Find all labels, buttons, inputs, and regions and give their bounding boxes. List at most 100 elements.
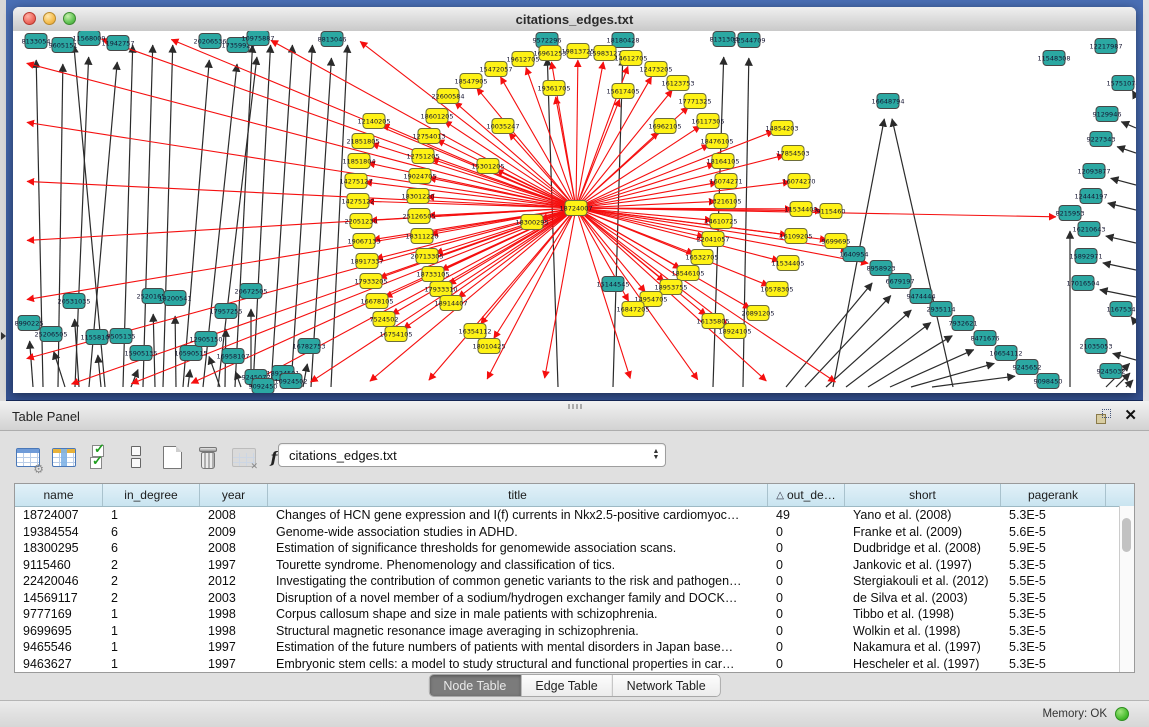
graph-node[interactable]: 17957255 [209,304,242,319]
graph-node[interactable]: 2935114 [927,302,956,317]
close-panel-icon[interactable]: ✕ [1124,406,1137,424]
table-row[interactable]: 1872400712008Changes of HCN gene express… [15,507,1134,524]
graph-node[interactable]: 16648794 [871,94,904,109]
graph-node[interactable]: 19361705 [537,81,570,96]
graph-node[interactable]: 9245032 [1097,364,1126,379]
graph-node[interactable]: 19067133 [347,234,380,249]
graph-node[interactable]: 9129946 [1093,107,1122,122]
graph-node[interactable]: 18311220 [405,229,438,244]
graph-node[interactable]: 8215953 [1056,206,1085,221]
column-header-pagerank[interactable]: pagerank [1001,484,1106,506]
graph-node[interactable]: 21035053 [1079,339,1112,354]
graph-node[interactable]: 25126505 [402,209,435,224]
column-header-out-de-[interactable]: △out_de… [768,484,845,506]
graph-node[interactable]: 15892971 [1069,249,1102,264]
graph-node[interactable]: 22051230 [344,214,377,229]
network-canvas[interactable]: 8133054960515111568009119427572020653617… [13,31,1136,393]
table-row[interactable]: 946362711997Embryonic stem cells: a mode… [15,656,1134,673]
graph-node[interactable]: 9505135 [107,329,136,344]
graph-node[interactable]: 8990225 [15,316,44,331]
table-row[interactable]: 911546021997Tourette syndrome. Phenomeno… [15,557,1134,574]
graph-node[interactable]: 14275122 [341,194,374,209]
graph-node[interactable]: 17854503 [776,146,809,161]
graph-node[interactable]: 18601205 [420,109,453,124]
graph-node[interactable]: 9699695 [822,234,851,249]
graph-node[interactable]: 7932621 [949,316,978,331]
graph-node[interactable]: 22041057 [696,232,729,247]
graph-node[interactable]: 9227343 [1087,132,1116,147]
graph-node[interactable]: 9245652 [1013,360,1042,375]
column-header-in-degree[interactable]: in_degree [103,484,200,506]
graph-node[interactable]: 16754105 [379,327,412,342]
graph-node[interactable]: 6679197 [886,274,915,289]
graph-node[interactable]: 12905150 [189,332,222,347]
graph-node[interactable]: 11851804 [342,154,375,169]
table-row[interactable]: 946554611997Estimation of the future num… [15,639,1134,656]
graph-node[interactable]: 16962105 [648,119,681,134]
graph-node[interactable]: 16354112 [458,324,491,339]
tab-node-table[interactable]: Node Table [429,675,521,696]
graph-node[interactable]: 20891205 [741,306,774,321]
graph-node[interactable]: 7524502 [370,312,399,327]
zoom-window-button[interactable] [63,12,76,25]
graph-node[interactable]: 8471676 [971,331,1000,346]
graph-node[interactable]: 12093877 [1077,164,1110,179]
toggle-panel-button[interactable] [120,441,152,473]
graph-node[interactable]: 12217987 [1089,39,1122,54]
graph-node[interactable]: 15472057 [479,62,512,77]
table-row[interactable]: 1830029562008Estimation of significance … [15,540,1134,557]
graph-node[interactable]: 9474444 [907,289,936,304]
column-header-short[interactable]: short [845,484,1001,506]
table-scrollbar-thumb[interactable] [1122,518,1131,552]
graph-node[interactable]: 22600584 [431,89,464,104]
graph-node[interactable]: 12751205 [406,149,439,164]
graph-node[interactable]: 16074270 [782,174,815,189]
table-selector-dropdown[interactable]: citations_edges.txt ▲▼ [278,443,666,467]
graph-node[interactable]: 8133054 [22,34,51,49]
column-header-name[interactable]: name [15,484,103,506]
graph-node[interactable]: 11534409 [784,202,817,217]
graph-node[interactable]: 11534405 [771,256,804,271]
graph-node[interactable]: 12473205 [639,62,672,77]
graph-node[interactable]: 14610725 [704,214,737,229]
graph-node[interactable]: 10654112 [989,346,1022,361]
graph-node[interactable]: 13216105 [708,194,741,209]
graph-node[interactable]: 18547905 [454,74,487,89]
select-rows-button[interactable]: ✓✓ [84,441,116,473]
table-row[interactable]: 1938455462009Genome-wide association stu… [15,524,1134,541]
column-header-year[interactable]: year [200,484,268,506]
window-titlebar[interactable]: citations_edges.txt [13,7,1136,32]
delete-column-button[interactable] [192,441,224,473]
graph-node[interactable]: 17016504 [1066,276,1099,291]
column-header-title[interactable]: title [268,484,768,506]
graph-node[interactable]: 1167534 [1107,302,1136,317]
table-row[interactable]: 2242004622012Investigating the contribut… [15,573,1134,590]
tab-edge-table[interactable]: Edge Table [521,675,612,696]
graph-node[interactable]: 16117305 [691,114,724,129]
graph-node[interactable]: 10590515 [174,346,207,361]
graph-node[interactable]: 18010425 [472,339,505,354]
tab-network-table[interactable]: Network Table [613,675,720,696]
divider-grip[interactable] [568,404,582,409]
graph-node[interactable]: 15617405 [606,84,639,99]
graph-node[interactable]: 16074271 [709,174,742,189]
graph-node[interactable]: 9092450 [249,379,278,394]
graph-node[interactable]: 10035247 [486,119,519,134]
close-window-button[interactable] [23,12,36,25]
table-scrollbar[interactable] [1119,506,1134,672]
graph-node[interactable]: 9098450 [1034,374,1063,389]
table-mode-button[interactable]: ⚙ [12,441,44,473]
graph-node[interactable]: 16109205 [779,229,812,244]
graph-node[interactable]: 11942757 [101,36,134,51]
graph-node[interactable]: 18546105 [671,266,704,281]
graph-node[interactable]: 9115460 [817,204,846,219]
table-row[interactable]: 977716911998Corpus callosum shape and si… [15,606,1134,623]
graph-node[interactable]: 16123753 [661,76,694,91]
create-column-button[interactable] [156,441,188,473]
table-row[interactable]: 1456911722003Disruption of a novel membe… [15,590,1134,607]
graph-node[interactable]: 20713305 [410,249,443,264]
show-columns-button[interactable] [48,441,80,473]
graph-node[interactable]: 12444197 [1074,189,1107,204]
graph-node[interactable]: 15905135 [124,346,157,361]
graph-node[interactable]: 17771325 [678,94,711,109]
